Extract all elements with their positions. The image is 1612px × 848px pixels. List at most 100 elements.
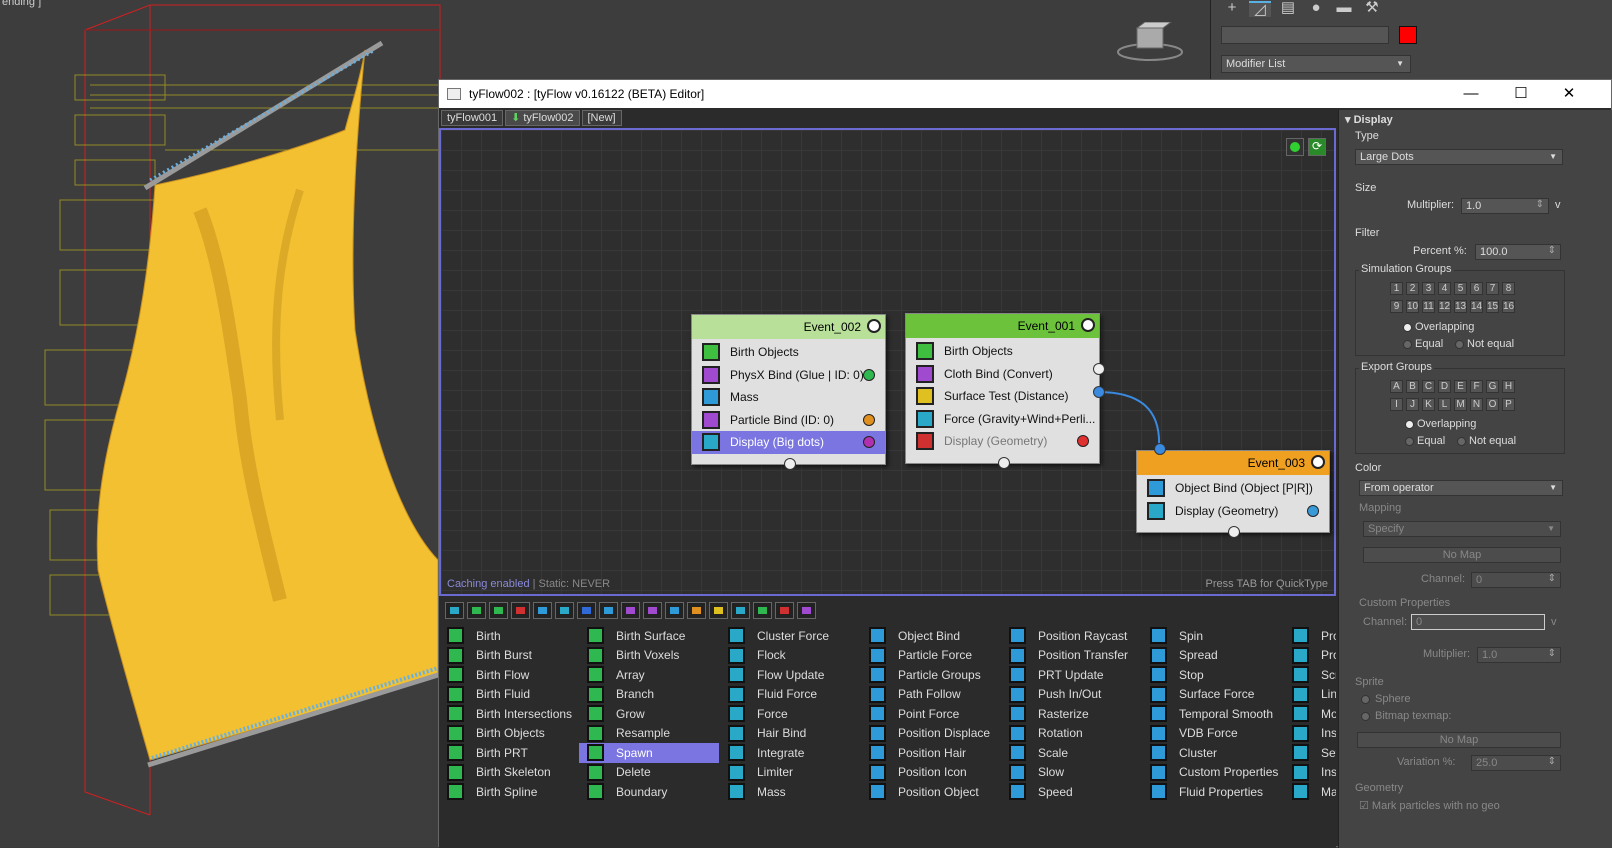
motion-tab-icon[interactable]: ● xyxy=(1305,0,1327,17)
group-toggle-button[interactable]: C xyxy=(1422,380,1435,393)
no-map-button[interactable]: No Map xyxy=(1363,547,1561,563)
display-tab-icon[interactable]: ▬ xyxy=(1333,0,1355,17)
operator-palette-item[interactable]: Temporal Smooth xyxy=(1142,704,1282,724)
category-filter-icon[interactable] xyxy=(577,601,596,619)
object-color-swatch[interactable] xyxy=(1399,26,1417,44)
group-toggle-button[interactable]: K xyxy=(1422,398,1435,411)
operator-palette-item[interactable]: Ins xyxy=(1284,763,1336,783)
event-header[interactable]: Event_001 xyxy=(906,314,1099,338)
operator-palette-item[interactable]: Fluid Force xyxy=(720,685,860,705)
mapping-dropdown[interactable]: Specify xyxy=(1363,521,1561,537)
event-output-socket[interactable] xyxy=(783,457,796,470)
operator-palette-item[interactable]: Pro xyxy=(1284,626,1336,646)
group-toggle-button[interactable]: 12 xyxy=(1438,300,1451,313)
operator-palette-item[interactable]: Cluster Force xyxy=(720,626,860,646)
operator-palette-item[interactable]: Position Object xyxy=(861,782,1001,802)
operator-palette-item[interactable]: Spread xyxy=(1142,646,1282,666)
operator-palette-item[interactable]: Spin xyxy=(1142,626,1282,646)
operator-palette-item[interactable]: Birth Burst xyxy=(439,646,579,666)
create-tab-icon[interactable]: + xyxy=(1221,0,1243,17)
group-toggle-button[interactable]: M xyxy=(1454,398,1467,411)
category-filter-icon[interactable] xyxy=(775,601,794,619)
operator-row[interactable]: Cloth Bind (Convert) xyxy=(906,363,1099,386)
category-filter-icon[interactable] xyxy=(665,601,684,619)
event-header[interactable]: Event_003 xyxy=(1137,451,1329,475)
group-toggle-button[interactable]: D xyxy=(1438,380,1451,393)
operator-palette-item[interactable]: Pro xyxy=(1284,646,1336,666)
operator-palette-item[interactable]: Array xyxy=(579,665,719,685)
rollout-display-title[interactable]: ▾ Display xyxy=(1345,113,1393,126)
operator-row[interactable]: PhysX Bind (Glue | ID: 0) xyxy=(692,364,885,387)
event-output-socket[interactable] xyxy=(997,456,1010,469)
group-toggle-button[interactable]: J xyxy=(1406,398,1419,411)
object-name-field[interactable] xyxy=(1221,26,1389,44)
operator-palette-item[interactable]: Limiter xyxy=(720,763,860,783)
export-equal-radio[interactable] xyxy=(1405,437,1414,446)
multiplier-spinner[interactable]: 1.0 xyxy=(1461,198,1549,214)
group-toggle-button[interactable]: 8 xyxy=(1502,282,1515,295)
mark-particles-checkbox[interactable]: ☑ Mark particles with no geo xyxy=(1359,799,1500,812)
group-toggle-button[interactable]: N xyxy=(1470,398,1483,411)
sphere-radio[interactable] xyxy=(1361,695,1370,704)
operator-palette-item[interactable]: Grow xyxy=(579,704,719,724)
operator-palette-item[interactable]: Mo xyxy=(1284,704,1336,724)
category-filter-icon[interactable] xyxy=(467,601,486,619)
tab-tyflow002[interactable]: ⬇ tyFlow002 xyxy=(505,110,580,126)
category-filter-icon[interactable] xyxy=(555,601,574,619)
output-socket[interactable] xyxy=(1077,435,1089,448)
group-toggle-button[interactable]: 16 xyxy=(1502,300,1515,313)
operator-palette-item[interactable]: Fluid Properties xyxy=(1142,782,1282,802)
operator-palette-item[interactable]: Birth Surface xyxy=(579,626,719,646)
operator-palette-item[interactable]: Position Icon xyxy=(861,763,1001,783)
operator-palette-item[interactable]: Birth PRT xyxy=(439,743,579,763)
maximize-icon[interactable]: ☐ xyxy=(1501,84,1541,104)
type-dropdown[interactable]: Large Dots xyxy=(1355,149,1563,165)
lightbulb-icon[interactable] xyxy=(867,319,881,333)
operator-palette-item[interactable]: Ma xyxy=(1284,782,1336,802)
equal-radio[interactable] xyxy=(1403,340,1412,349)
category-filter-icon[interactable] xyxy=(445,601,464,619)
channel-spinner[interactable]: 0 xyxy=(1471,572,1561,588)
lightbulb-icon[interactable] xyxy=(1081,318,1095,332)
group-toggle-button[interactable]: 3 xyxy=(1422,282,1435,295)
operator-palette-item[interactable]: Custom Properties xyxy=(1142,763,1282,783)
connection-socket[interactable] xyxy=(1093,386,1105,398)
operator-palette-item[interactable]: Speed xyxy=(1001,782,1141,802)
group-toggle-button[interactable]: A xyxy=(1390,380,1403,393)
tab-new[interactable]: [New] xyxy=(581,110,622,126)
category-filter-icon[interactable] xyxy=(599,601,618,619)
modifier-list-dropdown[interactable]: Modifier List xyxy=(1221,55,1411,73)
operator-palette-item[interactable]: Birth Skeleton xyxy=(439,763,579,783)
operator-palette-item[interactable]: Resample xyxy=(579,724,719,744)
group-toggle-button[interactable]: 4 xyxy=(1438,282,1451,295)
operator-palette-item[interactable]: Birth xyxy=(439,626,579,646)
no-map2-button[interactable]: No Map xyxy=(1357,732,1561,748)
group-toggle-button[interactable]: H xyxy=(1502,380,1515,393)
group-toggle-button[interactable]: 15 xyxy=(1486,300,1499,313)
operator-row[interactable]: Display (Geometry) xyxy=(906,430,1099,453)
output-socket[interactable] xyxy=(1307,504,1319,517)
group-toggle-button[interactable]: F xyxy=(1470,380,1483,393)
operator-palette-item[interactable]: Birth Spline xyxy=(439,782,579,802)
utilities-tab-icon[interactable]: ⚒ xyxy=(1361,0,1383,17)
operator-palette-item[interactable]: Rotation xyxy=(1001,724,1141,744)
operator-palette-item[interactable]: Boundary xyxy=(579,782,719,802)
group-toggle-button[interactable]: 13 xyxy=(1454,300,1467,313)
operator-palette-item[interactable]: Scr xyxy=(1284,665,1336,685)
operator-row[interactable]: Birth Objects xyxy=(906,340,1099,363)
operator-palette-item[interactable]: Force xyxy=(720,704,860,724)
operator-palette-item[interactable]: Object Bind xyxy=(861,626,1001,646)
operator-palette-item[interactable]: Spawn xyxy=(579,743,719,763)
operator-palette-item[interactable]: Mass xyxy=(720,782,860,802)
operator-palette-item[interactable]: Birth Flow xyxy=(439,665,579,685)
operator-row[interactable]: Display (Big dots) xyxy=(692,431,885,454)
multiplier2-spinner[interactable]: 1.0 xyxy=(1477,647,1561,663)
group-toggle-button[interactable]: P xyxy=(1502,398,1515,411)
category-filter-icon[interactable] xyxy=(643,601,662,619)
operator-row[interactable]: Object Bind (Object [P|R]) xyxy=(1137,477,1329,500)
operator-palette-item[interactable]: Ins xyxy=(1284,724,1336,744)
custom-variance-toggle[interactable]: v xyxy=(1551,616,1557,628)
group-toggle-button[interactable]: 1 xyxy=(1390,282,1403,295)
operator-palette-item[interactable]: Birth Intersections xyxy=(439,704,579,724)
operator-palette-item[interactable]: Stop xyxy=(1142,665,1282,685)
